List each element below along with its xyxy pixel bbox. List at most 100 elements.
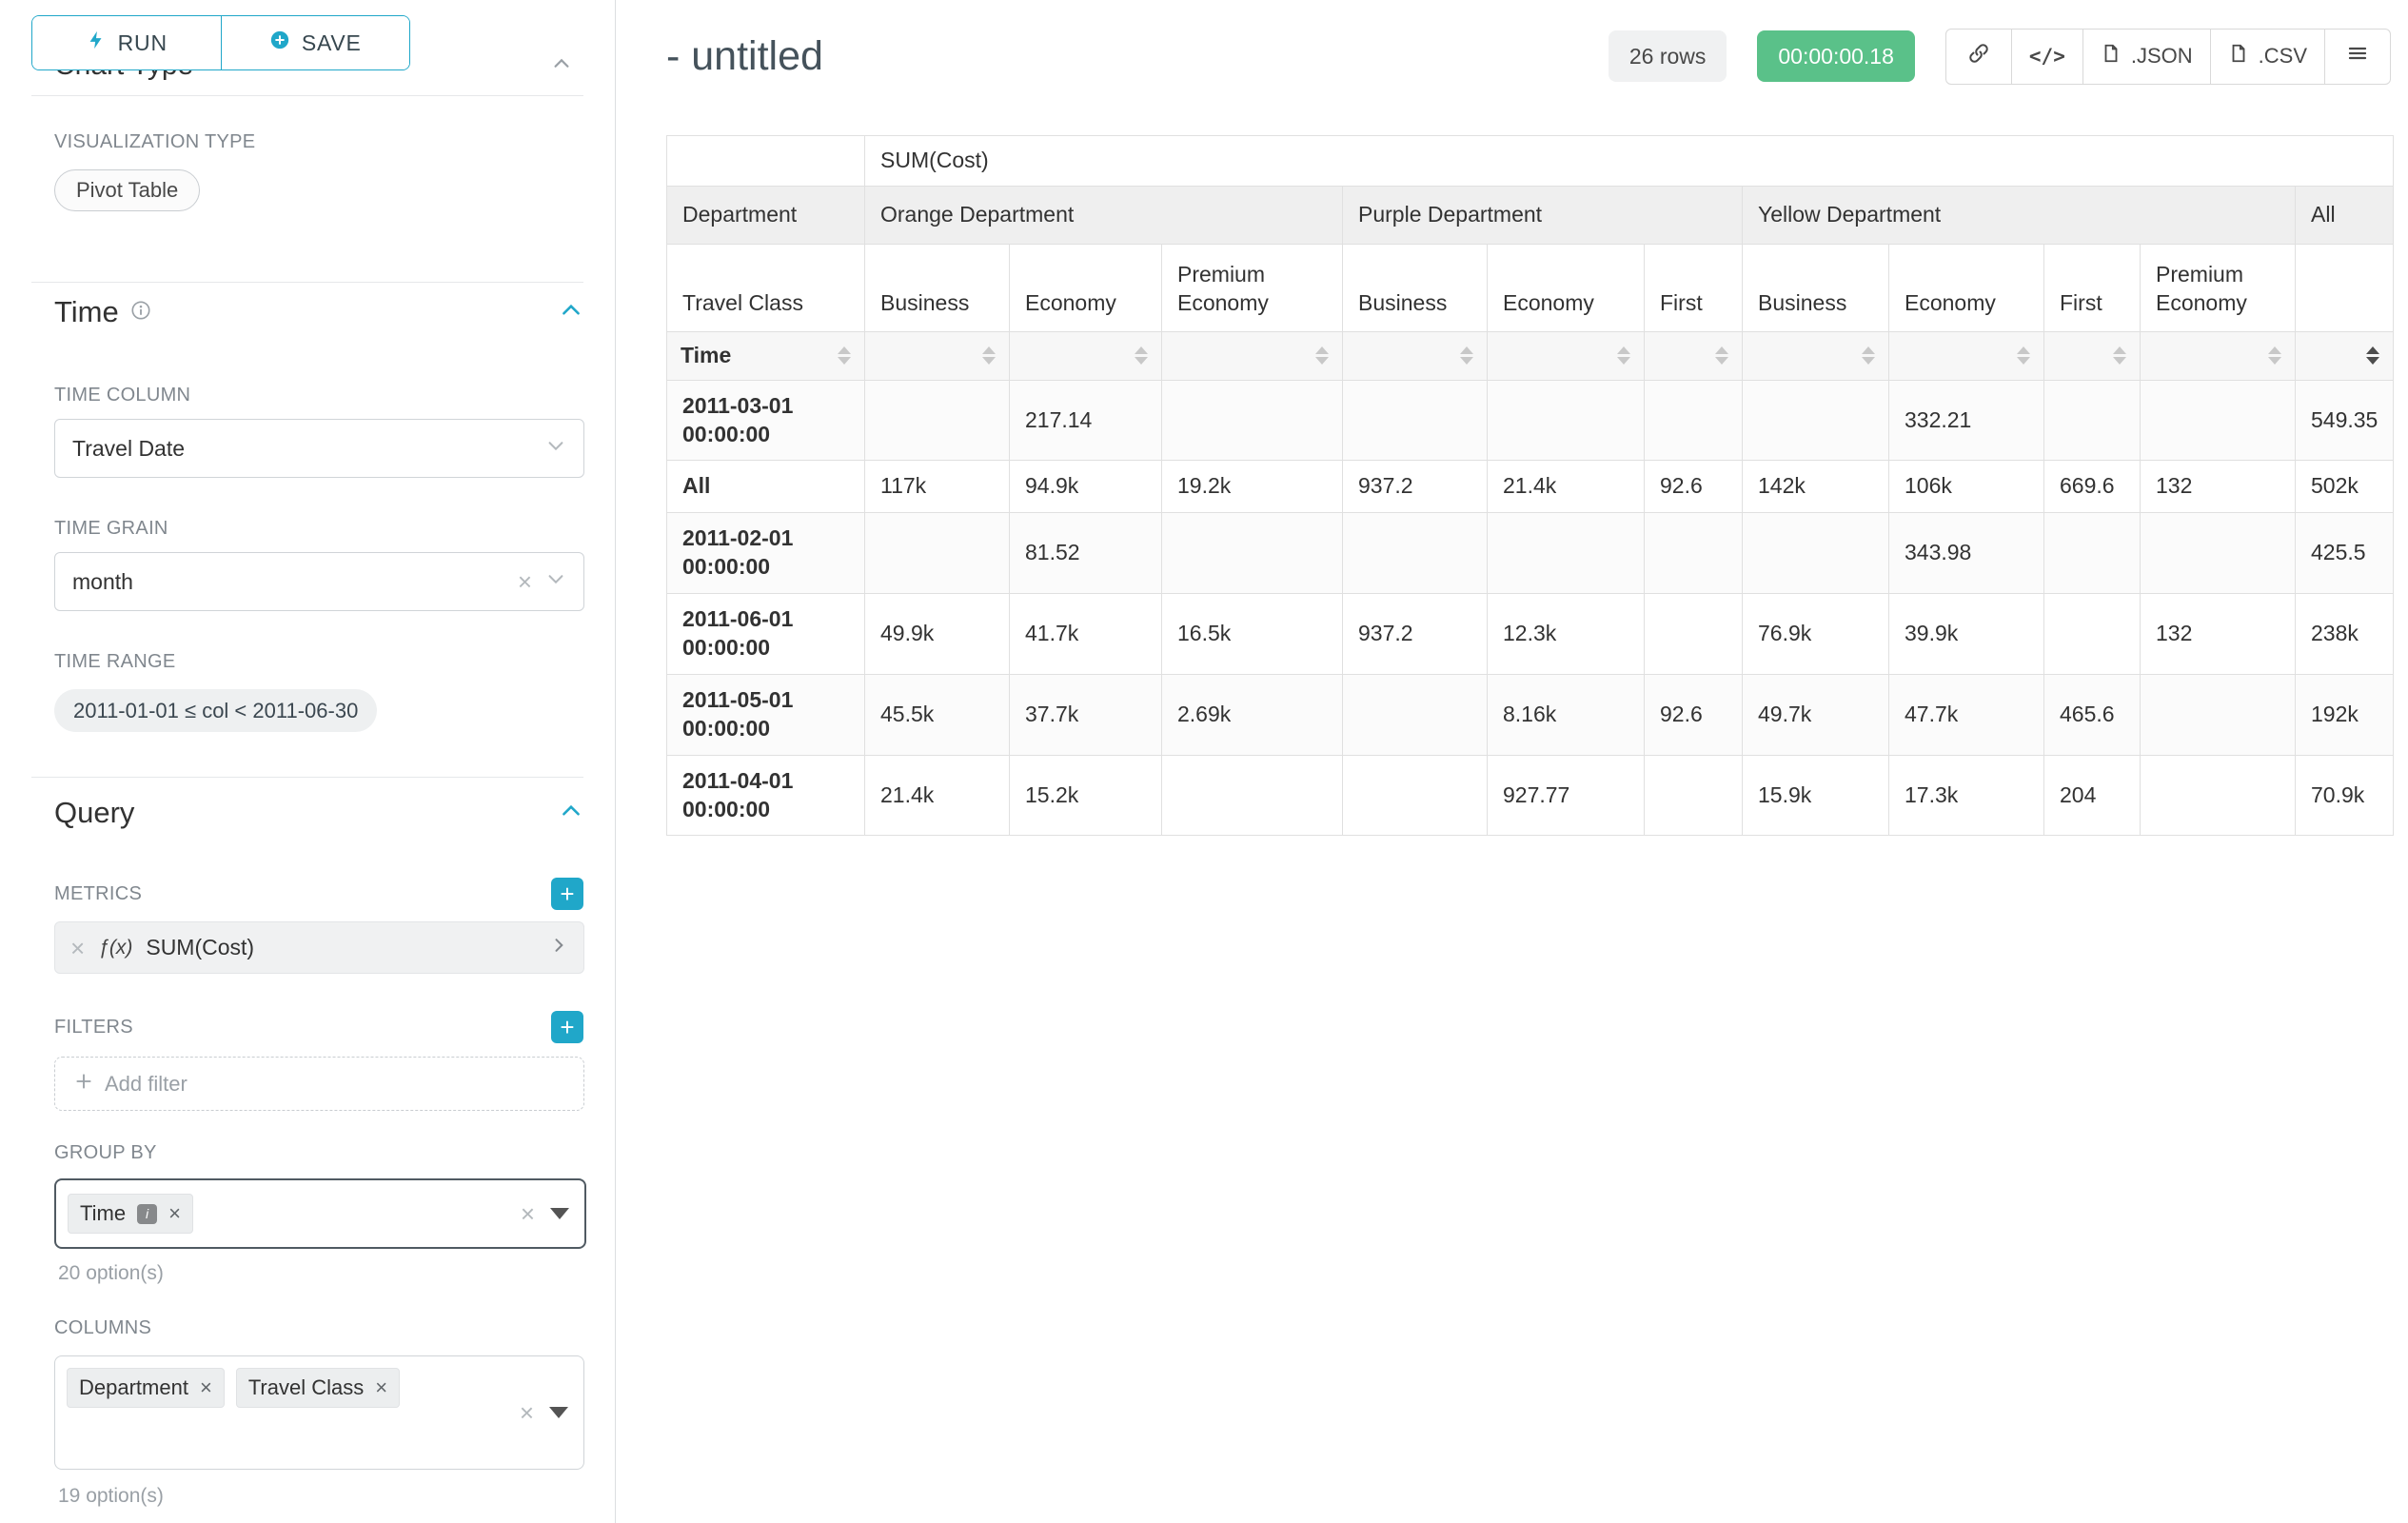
value-cell — [1162, 755, 1343, 836]
time-range-value[interactable]: 2011-01-01 ≤ col < 2011-06-30 — [54, 689, 377, 732]
visualization-type-value[interactable]: Pivot Table — [54, 169, 200, 211]
menu-button[interactable] — [2324, 29, 2391, 85]
travel-class-column-header: First — [2044, 244, 2141, 331]
chevron-up-icon[interactable] — [559, 298, 583, 327]
travel-class-column-header — [2296, 244, 2394, 331]
chevron-up-icon[interactable] — [559, 799, 583, 828]
value-cell — [2141, 513, 2296, 594]
filters-header-row: FILTERS + — [54, 1011, 583, 1043]
travel-class-column-header: First — [1645, 244, 1743, 331]
clear-icon[interactable]: × — [518, 569, 532, 594]
sort-icon[interactable] — [1862, 346, 1875, 365]
chevron-right-icon[interactable] — [549, 936, 568, 959]
column-sorter-cell[interactable] — [1645, 331, 1743, 380]
columns-select[interactable]: Department × Travel Class × × — [54, 1355, 584, 1470]
remove-tag-icon[interactable]: × — [200, 1377, 212, 1398]
value-cell: 106k — [1889, 461, 2044, 513]
value-cell — [2141, 380, 2296, 461]
table-row: 2011-06-01 00:00:0049.9k41.7k16.5k937.21… — [667, 594, 2394, 675]
copy-link-button[interactable] — [1945, 29, 2012, 85]
travel-class-column-header: Business — [865, 244, 1010, 331]
query-section-header[interactable]: Query — [54, 792, 583, 834]
caret-down-icon[interactable] — [549, 1407, 568, 1418]
export-csv-button[interactable]: .CSV — [2210, 29, 2325, 85]
sort-icon[interactable] — [1617, 346, 1630, 365]
info-icon — [130, 300, 151, 326]
time-column-select[interactable]: Travel Date — [54, 419, 584, 478]
query-section-title: Query — [54, 796, 134, 830]
export-json-button[interactable]: .JSON — [2082, 29, 2211, 85]
caret-down-icon[interactable] — [550, 1208, 569, 1219]
chart-title[interactable]: - untitled — [666, 33, 823, 80]
value-cell: 192k — [2296, 674, 2394, 755]
column-sorter-cell[interactable] — [865, 331, 1010, 380]
column-sorter-cell[interactable] — [1488, 331, 1645, 380]
clear-icon[interactable]: × — [520, 1400, 534, 1425]
time-section-title: Time — [54, 295, 119, 329]
value-cell: 937.2 — [1343, 461, 1488, 513]
add-metric-button[interactable]: + — [551, 878, 583, 910]
column-sorter-cell[interactable] — [1889, 331, 2044, 380]
sort-icon[interactable] — [1315, 346, 1329, 365]
value-cell — [1645, 755, 1743, 836]
chevron-down-icon — [545, 568, 566, 595]
time-header-cell[interactable]: Time — [667, 331, 865, 380]
table-row: 2011-04-01 00:00:0021.4k15.2k927.7715.9k… — [667, 755, 2394, 836]
file-icon — [2228, 43, 2249, 69]
column-sorter-cell[interactable] — [2141, 331, 2296, 380]
sort-icon[interactable] — [2268, 346, 2281, 365]
save-button[interactable]: SAVE — [221, 16, 410, 69]
department-group-header: Yellow Department — [1743, 186, 2296, 244]
add-filter-plus-button[interactable]: + — [551, 1011, 583, 1043]
info-icon: i — [137, 1204, 157, 1224]
travel-class-column-header: Economy — [1488, 244, 1645, 331]
value-cell: 927.77 — [1488, 755, 1645, 836]
sort-icon[interactable] — [2366, 346, 2379, 365]
value-cell — [865, 513, 1010, 594]
sort-icon[interactable] — [1460, 346, 1473, 365]
value-cell — [865, 380, 1010, 461]
group-by-tag-time[interactable]: Time i × — [68, 1194, 193, 1234]
embed-code-button[interactable]: </> — [2011, 29, 2083, 85]
sort-icon[interactable] — [2017, 346, 2030, 365]
metric-header-cell: SUM(Cost) — [865, 136, 2394, 187]
plus-circle-icon — [269, 30, 290, 56]
value-cell: 132 — [2141, 461, 2296, 513]
time-grain-select[interactable]: month × — [54, 552, 584, 611]
metric-item[interactable]: × ƒ(x) SUM(Cost) — [54, 921, 584, 974]
column-sorter-cell[interactable] — [1162, 331, 1343, 380]
run-button[interactable]: RUN — [32, 16, 221, 69]
column-sorter-cell[interactable] — [1743, 331, 1889, 380]
add-filter-button[interactable]: Add filter — [54, 1057, 584, 1111]
group-by-select[interactable]: Time i × × — [54, 1178, 586, 1249]
sort-icon[interactable] — [982, 346, 996, 365]
plus-icon: + — [560, 880, 574, 908]
value-cell — [1743, 380, 1889, 461]
sort-icon[interactable] — [838, 346, 851, 365]
department-group-header: Orange Department — [865, 186, 1343, 244]
sort-icon[interactable] — [1715, 346, 1728, 365]
column-sorter-cell[interactable] — [1010, 331, 1162, 380]
table-row: 2011-05-01 00:00:0045.5k37.7k2.69k8.16k9… — [667, 674, 2394, 755]
value-cell: 238k — [2296, 594, 2394, 675]
value-cell: 15.2k — [1010, 755, 1162, 836]
columns-tag-department[interactable]: Department × — [67, 1368, 225, 1408]
remove-tag-icon[interactable]: × — [168, 1203, 181, 1224]
column-sorter-cell[interactable] — [2296, 331, 2394, 380]
value-cell: 12.3k — [1488, 594, 1645, 675]
column-sorter-cell[interactable] — [2044, 331, 2141, 380]
sort-icon[interactable] — [2113, 346, 2126, 365]
time-section-header[interactable]: Time — [54, 291, 583, 333]
value-cell — [1343, 513, 1488, 594]
chevron-up-icon[interactable] — [551, 53, 572, 79]
row-label-cell: 2011-02-01 00:00:00 — [667, 513, 865, 594]
sort-icon[interactable] — [1135, 346, 1148, 365]
clear-icon[interactable]: × — [521, 1201, 535, 1226]
value-cell: 8.16k — [1488, 674, 1645, 755]
remove-tag-icon[interactable]: × — [375, 1377, 387, 1398]
tag-label: Travel Class — [248, 1375, 364, 1400]
row-label-cell: 2011-03-01 00:00:00 — [667, 380, 865, 461]
columns-tag-travel-class[interactable]: Travel Class × — [236, 1368, 400, 1408]
column-sorter-cell[interactable] — [1343, 331, 1488, 380]
remove-metric-icon[interactable]: × — [70, 936, 85, 960]
